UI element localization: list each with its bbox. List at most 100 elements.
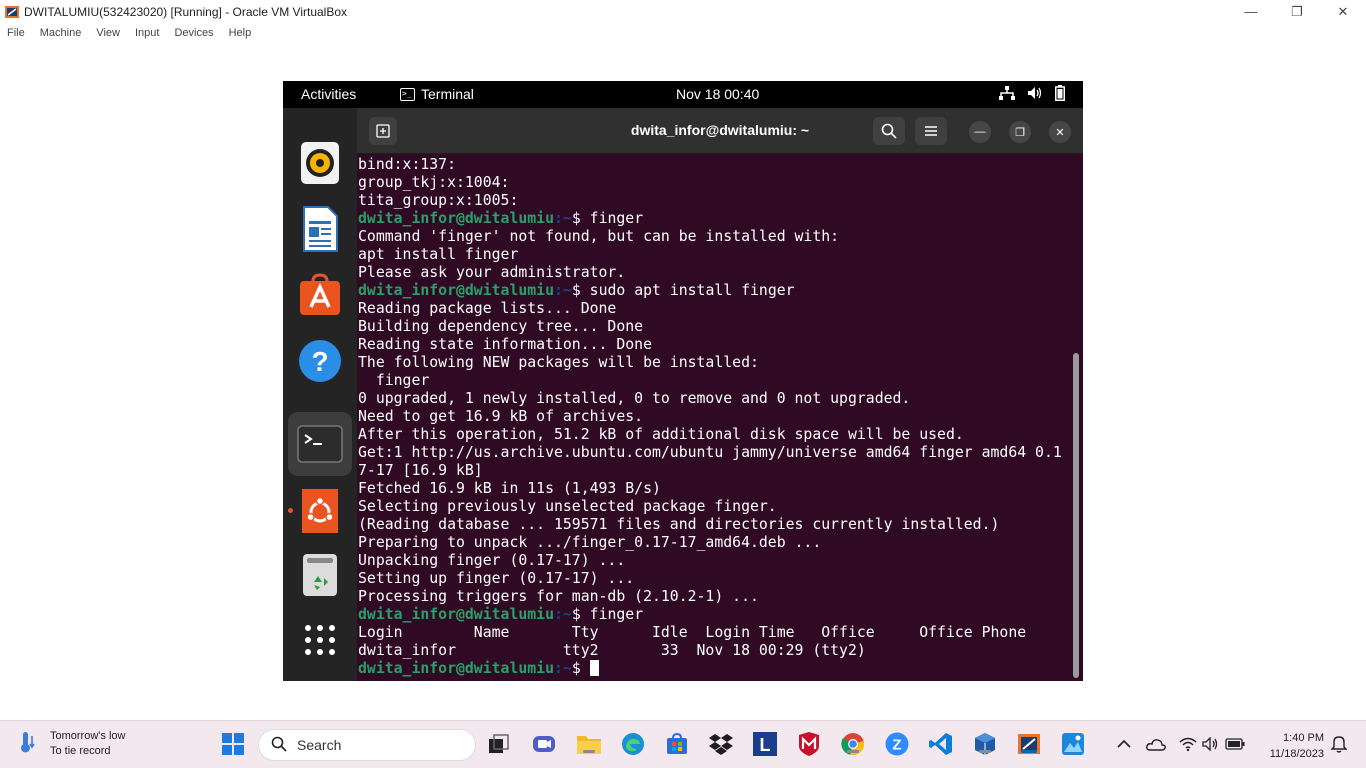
- terminal-dock-icon[interactable]: [288, 412, 352, 476]
- svg-text:L: L: [760, 735, 771, 755]
- edge-icon[interactable]: [620, 731, 646, 757]
- windows-start-icon[interactable]: [220, 731, 246, 757]
- restore-button[interactable]: ❐: [1274, 0, 1320, 23]
- terminal-line: Unpacking finger (0.17-17) ...: [358, 552, 626, 569]
- ubuntu-installer-icon[interactable]: [293, 484, 347, 538]
- prompt-user: dwita_infor@dwitalumiu: [358, 660, 554, 677]
- notification-bell-icon[interactable]: [1326, 731, 1352, 757]
- terminal-line: tita_group:x:1005:: [358, 192, 519, 209]
- terminal-output[interactable]: bind:x:137: group_tkj:x:1004: tita_group:x…: [358, 156, 1076, 681]
- lenovo-vantage-icon[interactable]: L: [752, 731, 778, 757]
- prompt-path: :~: [554, 660, 572, 677]
- command-text: sudo apt install finger: [589, 282, 795, 299]
- activities-button[interactable]: Activities: [301, 86, 356, 102]
- vscode-icon[interactable]: [928, 731, 954, 757]
- system-tray[interactable]: [999, 85, 1065, 104]
- terminal-line: dwita_infor@dwitalumiu:~$ finger: [358, 606, 1076, 624]
- clock-date: 11/18/2023: [1269, 748, 1324, 760]
- show-apps-icon[interactable]: [293, 613, 347, 667]
- terminal-icon: >_: [400, 87, 415, 101]
- minimize-button[interactable]: —: [1228, 0, 1274, 23]
- speaker-icon[interactable]: [1198, 731, 1224, 757]
- help-icon[interactable]: ?: [293, 334, 347, 388]
- terminal-line: Setting up finger (0.17-17) ...: [358, 570, 635, 587]
- app-menu-terminal[interactable]: >_ Terminal: [400, 86, 474, 102]
- battery-icon[interactable]: [1222, 731, 1248, 757]
- terminal-line: dwita_infor tty2 33 Nov 18 00:29 (tty2): [358, 642, 866, 659]
- virtualbox-taskbar-icon[interactable]: [972, 731, 998, 757]
- gnome-clock[interactable]: Nov 18 00:40: [676, 86, 759, 102]
- thermometer-icon: [18, 730, 40, 759]
- onedrive-icon[interactable]: [1143, 731, 1169, 757]
- network-icon[interactable]: [999, 86, 1015, 103]
- terminal-line: Fetched 16.9 kB in 11s (1,493 B/s): [358, 480, 661, 497]
- gnome-top-bar: Activities >_ Terminal Nov 18 00:40: [283, 81, 1083, 108]
- trash-icon[interactable]: [293, 548, 347, 602]
- active-indicator: [1021, 750, 1037, 753]
- libreoffice-writer-icon[interactable]: [293, 202, 347, 256]
- search-icon: [271, 736, 287, 755]
- taskbar-search-box[interactable]: Search: [258, 729, 476, 761]
- prompt-path: :~: [554, 210, 572, 227]
- ubuntu-software-icon[interactable]: [293, 268, 347, 322]
- guest-screen[interactable]: Activities >_ Terminal Nov 18 00:40 ? dw…: [283, 81, 1083, 681]
- vbox-menubar: File Machine View Input Devices Help: [0, 23, 1366, 43]
- prompt-path: :~: [554, 282, 572, 299]
- running-indicator: [847, 750, 859, 753]
- command-text: finger: [589, 210, 644, 227]
- zoom-icon[interactable]: Z: [884, 731, 910, 757]
- terminal-line: 0 upgraded, 1 newly installed, 0 to remo…: [358, 390, 911, 407]
- prompt-user: dwita_infor@dwitalumiu: [358, 606, 554, 623]
- menu-input[interactable]: Input: [128, 27, 167, 39]
- weather-line-1: Tomorrow's low: [50, 730, 126, 742]
- menu-machine[interactable]: Machine: [33, 27, 90, 39]
- prompt-user: dwita_infor@dwitalumiu: [358, 282, 554, 299]
- dropbox-icon[interactable]: [708, 731, 734, 757]
- task-view-icon[interactable]: [486, 731, 512, 757]
- terminal-scrollbar[interactable]: [1073, 353, 1079, 678]
- terminal-line: Command 'finger' not found, but can be i…: [358, 228, 840, 245]
- terminal-line: dwita_infor@dwitalumiu:~$: [358, 660, 1076, 678]
- menu-devices[interactable]: Devices: [167, 27, 221, 39]
- microsoft-store-icon[interactable]: [664, 731, 690, 757]
- rhythmbox-icon[interactable]: [293, 136, 347, 190]
- weather-widget[interactable]: Tomorrow's low To tie record: [18, 729, 125, 759]
- terminal-line: After this operation, 51.2 kB of additio…: [358, 426, 964, 443]
- menu-help[interactable]: Help: [222, 27, 260, 39]
- svg-text:?: ?: [311, 346, 328, 377]
- mcafee-icon[interactable]: [796, 731, 822, 757]
- vbox-window-title: DWITALUMIU(532423020) [Running] - Oracle…: [24, 4, 348, 19]
- teams-meet-icon[interactable]: [531, 731, 557, 757]
- virtualbox-app-icon: [4, 4, 20, 20]
- chrome-icon[interactable]: [840, 731, 866, 757]
- terminal-line: Please ask your administrator.: [358, 264, 626, 281]
- terminal-line: Need to get 16.9 kB of archives.: [358, 408, 644, 425]
- menu-view[interactable]: View: [89, 27, 128, 39]
- windows-taskbar: Tomorrow's low To tie record Search L Z …: [0, 720, 1366, 768]
- file-explorer-icon[interactable]: [576, 731, 602, 757]
- app-menu-label: Terminal: [421, 86, 474, 102]
- search-button[interactable]: [873, 117, 905, 145]
- close-button[interactable]: ✕: [1320, 0, 1366, 23]
- photos-icon[interactable]: [1060, 731, 1086, 757]
- terminal-line: Get:1 http://us.archive.ubuntu.com/ubunt…: [358, 444, 1062, 461]
- terminal-line: dwita_infor@dwitalumiu:~$ sudo apt insta…: [358, 282, 1076, 300]
- terminal-line: (Reading database ... 159571 files and d…: [358, 516, 1000, 533]
- chevron-up-icon[interactable]: [1111, 731, 1137, 757]
- terminal-line: Login Name Tty Idle Login Time Office Of…: [358, 624, 1027, 641]
- terminal-minimize-button[interactable]: —: [969, 121, 991, 143]
- battery-icon[interactable]: [1055, 85, 1065, 104]
- ubuntu-dock: ?: [283, 108, 357, 681]
- hamburger-menu-button[interactable]: [915, 117, 947, 145]
- running-indicator: [979, 750, 991, 753]
- taskbar-clock[interactable]: 1:40 PM 11/18/2023: [1258, 730, 1324, 762]
- terminal-line: dwita_infor@dwitalumiu:~$ finger: [358, 210, 1076, 228]
- terminal-line: group_tkj:x:1004:: [358, 174, 510, 191]
- terminal-close-button[interactable]: ✕: [1049, 121, 1071, 143]
- svg-text:Z: Z: [892, 737, 901, 754]
- terminal-maximize-button[interactable]: ❐: [1009, 121, 1031, 143]
- volume-icon[interactable]: [1027, 86, 1043, 103]
- terminal-line: apt install finger: [358, 246, 519, 263]
- menu-file[interactable]: File: [0, 27, 33, 39]
- virtualbox-vm-icon[interactable]: [1016, 731, 1042, 757]
